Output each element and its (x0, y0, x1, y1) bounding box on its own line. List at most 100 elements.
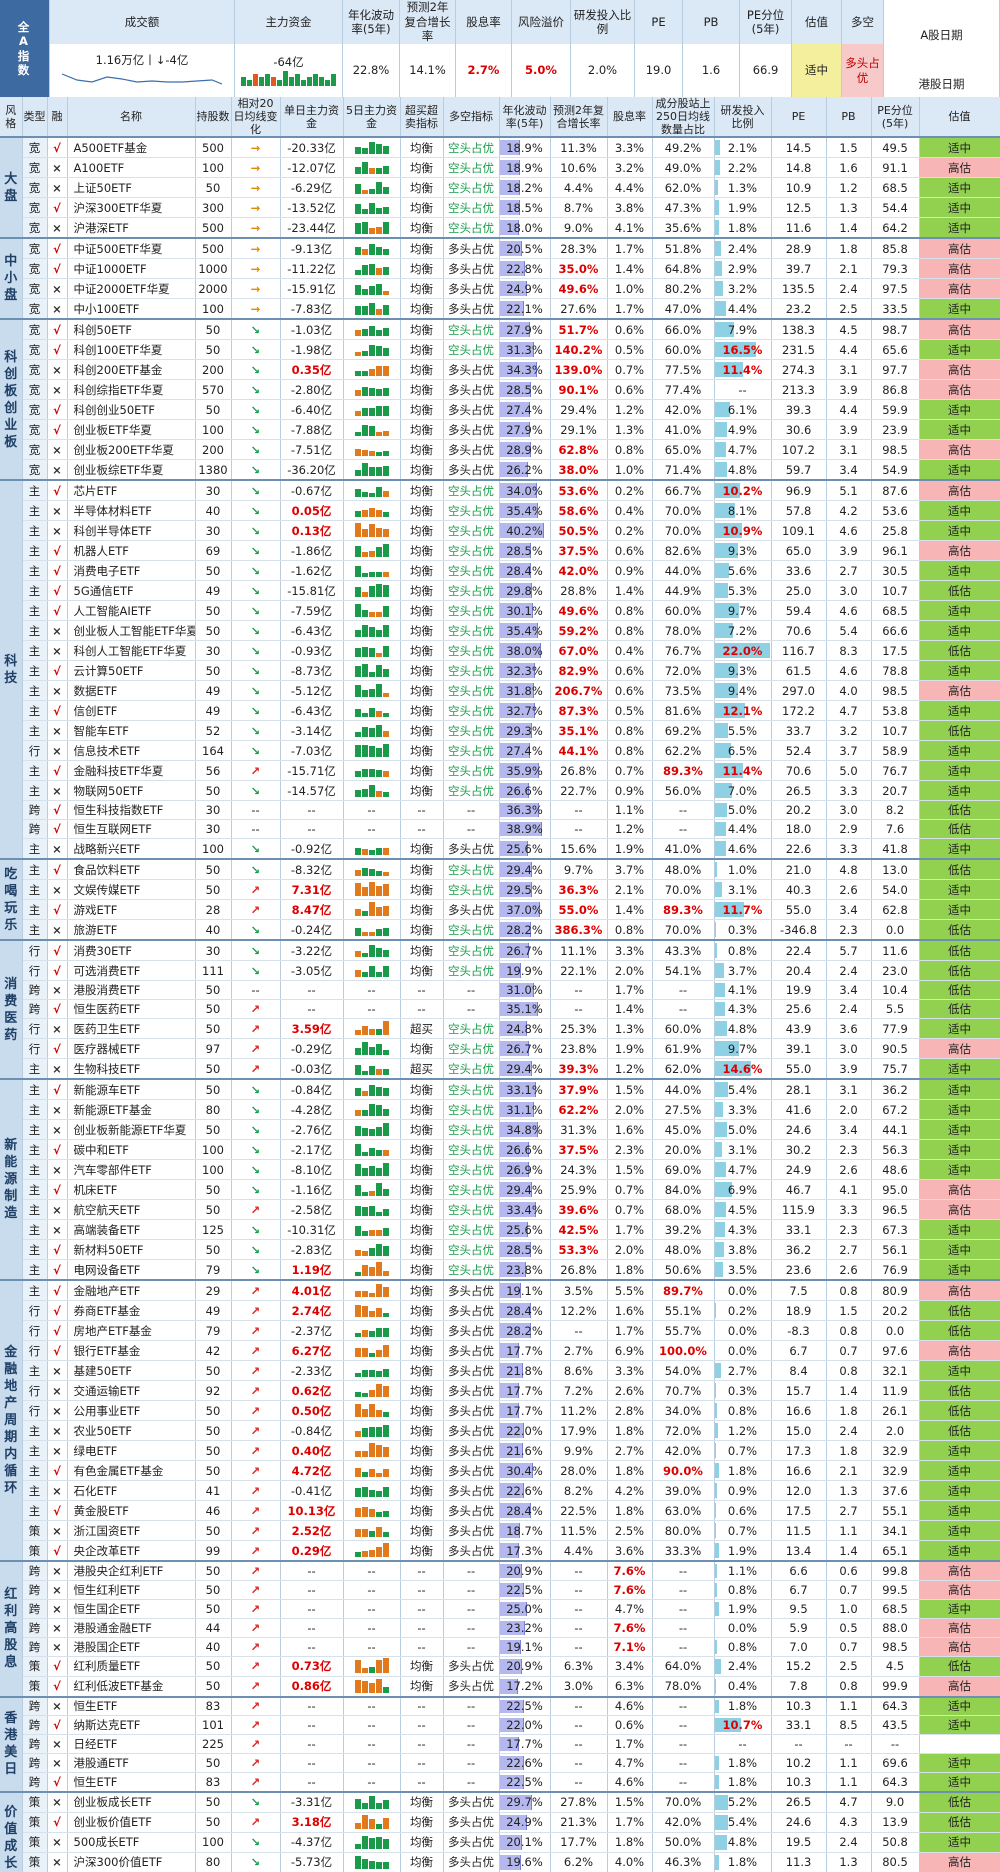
table-row[interactable]: 中小盘宽 √ 中证500ETF华夏 500 → -9.13亿 均衡 多头占优 20.5% 28.3… (0, 237, 1000, 320)
column-header[interactable]: 相对20日均线变化 (231, 97, 281, 138)
table-row[interactable]: 行 × 交通运输ETF 92 ↗ 0.62亿 均衡 多头占优 17.7% 7.2% 2.6% 70.7… (0, 1380, 1000, 1401)
etf-name[interactable]: 金融地产ETF (67, 1279, 196, 1301)
etf-name[interactable]: 沪深300价值ETF (67, 1852, 196, 1872)
table-row[interactable]: 宽 √ 中证1000ETF 1000 → -11.22亿 均衡 多头占优 22.8% 35.0% 1… (0, 258, 1000, 279)
etf-name[interactable]: 消费30ETF (67, 939, 196, 961)
table-row[interactable]: 宽 √ 科创创业50ETF 50 ↘ -6.40亿 均衡 多头占优 27.4% 29.4% 1.2%… (0, 399, 1000, 420)
etf-name[interactable]: 500成长ETF (67, 1832, 196, 1853)
table-row[interactable]: 主 √ 信创ETF 49 ↘ -6.43亿 均衡 空头占优 32.7% 87.3% 0.5% 81.6… (0, 700, 1000, 721)
column-header[interactable]: 多空指标 (443, 97, 500, 138)
etf-name[interactable]: 黄金股ETF (67, 1500, 196, 1521)
etf-name[interactable]: 新材料50ETF (67, 1239, 196, 1260)
etf-name[interactable]: 生物科技ETF (67, 1058, 196, 1080)
etf-name[interactable]: 基建50ETF (67, 1360, 196, 1381)
etf-name[interactable]: 日经ETF (67, 1734, 196, 1754)
etf-name[interactable]: 机器人ETF (67, 540, 196, 561)
table-row[interactable]: 主 × 战略新兴ETF 100 ↘ -0.92亿 均衡 多头占优 25.6% 15.6% 1.9% 4… (0, 838, 1000, 860)
etf-name[interactable]: 恒生红利ETF (67, 1580, 196, 1600)
table-row[interactable]: 主 × 数据ETF 49 ↘ -5.12亿 均衡 空头占优 31.8% 206.7% 0.6% 73.… (0, 680, 1000, 701)
etf-name[interactable]: 人工智能AIETF (67, 600, 196, 621)
etf-name[interactable]: 中小100ETF (67, 298, 196, 320)
table-row[interactable]: 宽 × 科创综指ETF华夏 570 ↘ -2.80亿 均衡 多头占优 28.5% 90.1% 0.6… (0, 379, 1000, 400)
etf-name[interactable]: 央企改革ETF (67, 1540, 196, 1562)
table-row[interactable]: 跨 √ 恒生互联网ETF 30 -- -- -- -- -- 38.9% -- 1.2% -- 4.4% 1… (0, 819, 1000, 839)
table-row[interactable]: 宽 × 创业板综ETF华夏 1380 ↘ -36.20亿 均衡 多头占优 26.2% 38.0% 1… (0, 459, 1000, 481)
etf-name[interactable]: 科创100ETF华夏 (67, 339, 196, 360)
table-row[interactable]: 主 × 创业板人工智能ETF华夏 50 ↘ -6.43亿 均衡 空头占优 35.4% 59.2% 0… (0, 620, 1000, 641)
table-row[interactable]: 主 × 基建50ETF 50 ↗ -2.33亿 均衡 多头占优 21.8% 8.6% 3.3% 54.… (0, 1360, 1000, 1381)
table-row[interactable]: 行 √ 医疗器械ETF 97 ↗ -0.29亿 均衡 空头占优 26.7% 23.8% 1.9% 61… (0, 1038, 1000, 1059)
table-row[interactable]: 主 × 绿电ETF 50 ↗ 0.40亿 均衡 多头占优 21.6% 9.9% 2.7% 42.0% 0… (0, 1440, 1000, 1461)
etf-name[interactable]: 交通运输ETF (67, 1380, 196, 1401)
etf-name[interactable]: 沪港深ETF (67, 217, 196, 239)
etf-name[interactable]: 数据ETF (67, 680, 196, 701)
table-row[interactable]: 吃喝玩乐主 √ 食品饮料ETF 50 ↘ -8.32亿 均衡 空头占优 29.4% 9.7% 3.7… (0, 858, 1000, 941)
column-header[interactable]: 融 (47, 97, 68, 138)
table-row[interactable]: 跨 × 港股消费ETF 50 -- -- -- -- -- 31.0% -- 1.7% -- 4.1% 19… (0, 980, 1000, 1000)
etf-name[interactable]: 恒生互联网ETF (67, 819, 196, 839)
etf-name[interactable]: 创业板价值ETF (67, 1812, 196, 1833)
etf-name[interactable]: A500ETF基金 (67, 136, 196, 158)
table-row[interactable]: 主 × 智能车ETF 52 ↘ -3.14亿 均衡 空头占优 29.3% 35.1% 0.8% 69.… (0, 720, 1000, 741)
etf-name[interactable]: 公用事业ETF (67, 1400, 196, 1421)
table-row[interactable]: 行 × 医药卫生ETF 50 ↗ 3.59亿 超买 空头占优 24.8% 25.3% 1.3% 60.… (0, 1018, 1000, 1039)
etf-name[interactable]: 恒生医药ETF (67, 999, 196, 1019)
table-row[interactable]: 科创板创业板宽 √ 科创50ETF 50 ↘ -1.03亿 均衡 空头占优 27.9% 51.7%… (0, 318, 1000, 481)
etf-name[interactable]: 创业板200ETF华夏 (67, 439, 196, 460)
etf-name[interactable]: 科创半导体ETF (67, 520, 196, 541)
table-row[interactable]: 宽 × 沪港深ETF 500 → -23.44亿 均衡 空头占优 18.0% 9.0% 4.1% 35… (0, 217, 1000, 239)
table-row[interactable]: 宽 × A100ETF 100 → -12.07亿 均衡 空头占优 18.9% 10.6% 3.2%… (0, 157, 1000, 178)
etf-name[interactable]: 航空航天ETF (67, 1199, 196, 1220)
column-header[interactable]: 单日主力资金 (280, 97, 344, 138)
etf-name[interactable]: 恒生国企ETF (67, 1599, 196, 1619)
table-row[interactable]: 主 × 生物科技ETF 50 ↗ -0.03亿 超买 空头占优 29.4% 39.3% 1.2% 62… (0, 1058, 1000, 1080)
etf-name[interactable]: 中证1000ETF (67, 258, 196, 279)
table-row[interactable]: 宽 √ 沪深300ETF华夏 300 → -13.52亿 均衡 空头占优 18.5% 8.7% 3.… (0, 197, 1000, 218)
etf-name[interactable]: 电网设备ETF (67, 1259, 196, 1281)
etf-name[interactable]: 新能源ETF基金 (67, 1099, 196, 1120)
table-row[interactable]: 跨 × 日经ETF 225 ↗ -- -- -- -- 17.7% -- 1.7% -- -- -- -- -- (0, 1734, 1000, 1754)
table-row[interactable]: 策 × 500成长ETF 100 ↘ -4.37亿 均衡 多头占优 20.1% 17.7% 1.8%… (0, 1832, 1000, 1853)
etf-name[interactable]: 创业板新能源ETF华夏 (67, 1119, 196, 1140)
etf-name[interactable]: A100ETF (67, 157, 196, 178)
table-row[interactable]: 主 √ 机床ETF 50 ↘ -1.16亿 均衡 空头占优 29.4% 25.9% 0.7% 84.0… (0, 1179, 1000, 1200)
column-header[interactable]: 风格 (0, 97, 23, 138)
table-row[interactable]: 主 × 科创半导体ETF 30 ↘ 0.13亿 均衡 空头占优 40.2% 50.5% 0.2% 70… (0, 520, 1000, 541)
etf-name[interactable]: 医药卫生ETF (67, 1018, 196, 1039)
table-row[interactable]: 策 √ 创业板价值ETF 50 ↗ 3.18亿 均衡 多头占优 24.9% 21.3% 1.7% 42… (0, 1812, 1000, 1833)
table-row[interactable]: 科技主 √ 芯片ETF 30 ↘ -0.67亿 均衡 空头占优 34.0% 53.6% 0.2% 66… (0, 479, 1000, 860)
table-row[interactable]: 跨 × 港股国企ETF 40 ↗ -- -- -- -- 19.1% -- 7.1% -- 0.8% 7.0… (0, 1637, 1000, 1657)
table-row[interactable]: 新能源制造主 √ 新能源车ETF 50 ↘ -0.84亿 均衡 空头占优 33.1% 37.9% 1… (0, 1078, 1000, 1281)
etf-name[interactable]: 新能源车ETF (67, 1078, 196, 1100)
etf-name[interactable]: 智能车ETF (67, 720, 196, 741)
etf-name[interactable]: 金融科技ETF华夏 (67, 760, 196, 781)
etf-name[interactable]: 港股通金融ETF (67, 1618, 196, 1638)
etf-name[interactable]: 战略新兴ETF (67, 838, 196, 860)
table-row[interactable]: 行 √ 券商ETF基金 49 ↗ 2.74亿 均衡 多头占优 28.4% 12.2% 1.6% 55.… (0, 1300, 1000, 1321)
table-row[interactable]: 宽 √ 创业板ETF华夏 100 ↘ -7.88亿 均衡 多头占优 27.9% 29.1% 1.3%… (0, 419, 1000, 440)
column-header[interactable]: 研发投入比例 (714, 97, 772, 138)
table-row[interactable]: 宽 × 中小100ETF 100 → -7.83亿 均衡 多头占优 22.1% 27.6% 1.7%… (0, 298, 1000, 320)
etf-name[interactable]: 上证50ETF (67, 177, 196, 198)
table-row[interactable]: 主 × 物联网50ETF 50 ↘ -14.57亿 均衡 空头占优 26.6% 22.7% 0.9%… (0, 780, 1000, 801)
table-row[interactable]: 主 × 新能源ETF基金 80 ↘ -4.28亿 均衡 空头占优 31.1% 62.2% 2.0% 2… (0, 1099, 1000, 1120)
table-row[interactable]: 主 √ 人工智能AIETF 50 ↘ -7.59亿 均衡 空头占优 30.1% 49.6% 0.8%… (0, 600, 1000, 621)
table-row[interactable]: 主 √ 新材料50ETF 50 ↘ -2.83亿 均衡 空头占优 28.5% 53.3% 2.0% 4… (0, 1239, 1000, 1260)
table-row[interactable]: 主 × 科创人工智能ETF华夏 30 ↘ -0.93亿 均衡 空头占优 38.0% 67.0% 0.… (0, 640, 1000, 661)
etf-name[interactable]: 科创综指ETF华夏 (67, 379, 196, 400)
column-header[interactable]: 年化波动率(5年) (499, 97, 551, 138)
etf-name[interactable]: 中证2000ETF华夏 (67, 278, 196, 299)
etf-name[interactable]: 5G通信ETF (67, 580, 196, 601)
etf-name[interactable]: 沪深300ETF华夏 (67, 197, 196, 218)
etf-name[interactable]: 恒生ETF (67, 1695, 196, 1716)
table-row[interactable]: 主 √ 金融科技ETF华夏 56 ↗ -15.71亿 均衡 空头占优 35.9% 26.8% 0.7… (0, 760, 1000, 781)
column-header[interactable]: PE分位(5年) (871, 97, 920, 138)
column-header[interactable]: 估值 (919, 97, 1000, 138)
column-header[interactable]: 5日主力资金 (343, 97, 401, 138)
etf-name[interactable]: 券商ETF基金 (67, 1300, 196, 1321)
etf-name[interactable]: 信创ETF (67, 700, 196, 721)
column-header[interactable]: 股息率 (607, 97, 653, 138)
etf-name[interactable]: 医疗器械ETF (67, 1038, 196, 1059)
etf-name[interactable]: 恒生科技指数ETF (67, 800, 196, 820)
etf-name[interactable]: 创业板ETF华夏 (67, 419, 196, 440)
